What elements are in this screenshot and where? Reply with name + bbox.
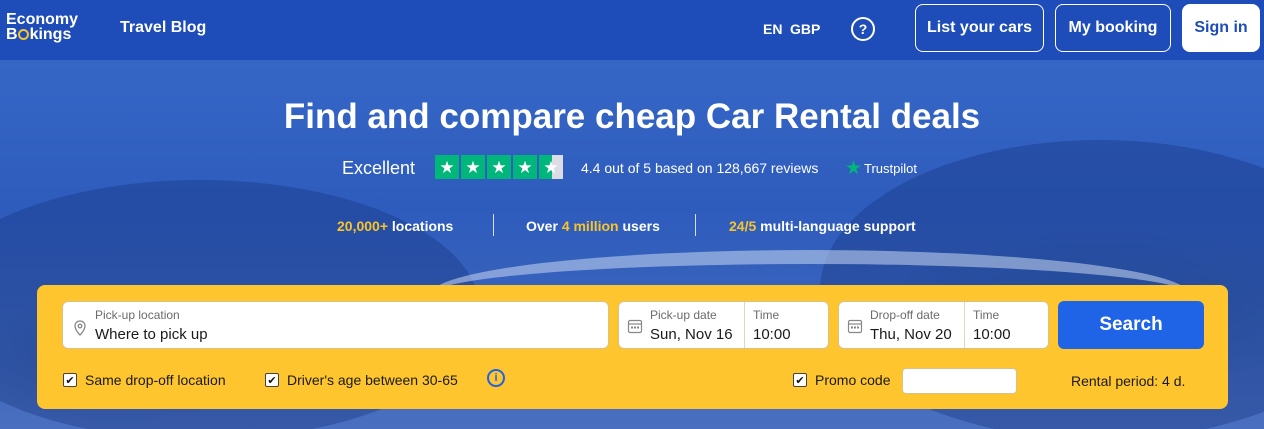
star-icon: ★: [513, 155, 537, 179]
economy-bookings-logo[interactable]: Economy Bkings: [6, 11, 79, 43]
driver-age-checkbox[interactable]: ✔ Driver's age between 30-65: [265, 372, 458, 388]
stat-support: 24/5 multi-language support: [729, 218, 916, 234]
calendar-icon: [847, 319, 863, 334]
stats-divider: [695, 214, 696, 236]
stat-locations: 20,000+ locations: [337, 218, 454, 234]
language-selector[interactable]: EN: [763, 21, 782, 37]
pickup-date-label: Pick-up date: [650, 308, 717, 322]
checkbox-checked-icon[interactable]: ✔: [265, 373, 279, 387]
star-icon: ★: [435, 155, 459, 179]
promo-code-input[interactable]: [902, 368, 1017, 394]
top-navigation-bar: Economy Bkings Travel Blog EN GBP ? List…: [0, 0, 1264, 60]
field-divider: [744, 302, 745, 348]
trustpilot-label: Trustpilot: [864, 161, 917, 176]
pickup-date-value[interactable]: Sun, Nov 16: [650, 326, 733, 343]
driver-age-label: Driver's age between 30-65: [287, 372, 458, 388]
list-your-cars-button[interactable]: List your cars: [915, 4, 1044, 52]
dropoff-date-label: Drop-off date: [870, 308, 940, 322]
logo-line-2: Bkings: [6, 26, 72, 43]
dropoff-time-label: Time: [973, 308, 1000, 322]
checkbox-checked-icon[interactable]: ✔: [63, 373, 77, 387]
same-dropoff-checkbox[interactable]: ✔ Same drop-off location: [63, 372, 226, 388]
pickup-datetime-field[interactable]: Pick-up date Sun, Nov 16 Time 10:00: [618, 301, 829, 349]
half-star-icon: ★: [539, 155, 563, 179]
star-icon: ★: [461, 155, 485, 179]
stat-users: Over 4 million users: [526, 218, 660, 234]
pickup-time-value[interactable]: 10:00: [753, 326, 791, 343]
dropoff-date-value[interactable]: Thu, Nov 20: [870, 326, 952, 343]
travel-blog-link[interactable]: Travel Blog: [120, 19, 206, 37]
currency-selector[interactable]: GBP: [790, 21, 820, 37]
calendar-icon: [627, 319, 643, 334]
info-icon[interactable]: i: [487, 369, 505, 387]
search-button[interactable]: Search: [1058, 301, 1204, 349]
stats-divider: [493, 214, 494, 236]
promo-code-checkbox[interactable]: ✔ Promo code: [793, 372, 890, 388]
pickup-time-label: Time: [753, 308, 780, 322]
promo-code-label: Promo code: [815, 372, 891, 388]
rating-stars: ★ ★ ★ ★ ★: [435, 155, 563, 179]
logo-o-ring-icon: [18, 29, 30, 40]
checkbox-checked-icon[interactable]: ✔: [793, 373, 807, 387]
sign-in-button[interactable]: Sign in: [1182, 4, 1260, 52]
trustpilot-star-icon: ★: [845, 158, 863, 179]
rating-summary: 4.4 out of 5 based on 128,667 reviews: [581, 160, 819, 176]
same-dropoff-label: Same drop-off location: [85, 372, 226, 388]
field-divider: [964, 302, 965, 348]
dropoff-time-value[interactable]: 10:00: [973, 326, 1011, 343]
rating-word: Excellent: [342, 158, 416, 178]
location-pin-icon: [74, 320, 86, 336]
page-title: Find and compare cheap Car Rental deals: [283, 97, 981, 136]
pickup-location-label: Pick-up location: [95, 308, 180, 322]
dropoff-datetime-field[interactable]: Drop-off date Thu, Nov 20 Time 10:00: [838, 301, 1049, 349]
rental-period: Rental period: 4 d.: [1071, 373, 1186, 389]
my-booking-button[interactable]: My booking: [1055, 4, 1171, 52]
star-icon: ★: [487, 155, 511, 179]
help-icon[interactable]: ?: [851, 17, 875, 41]
logo-line-1: Economy: [6, 11, 79, 28]
pickup-location-field[interactable]: Pick-up location Where to pick up: [62, 301, 609, 349]
pickup-location-input[interactable]: Where to pick up: [95, 326, 208, 343]
